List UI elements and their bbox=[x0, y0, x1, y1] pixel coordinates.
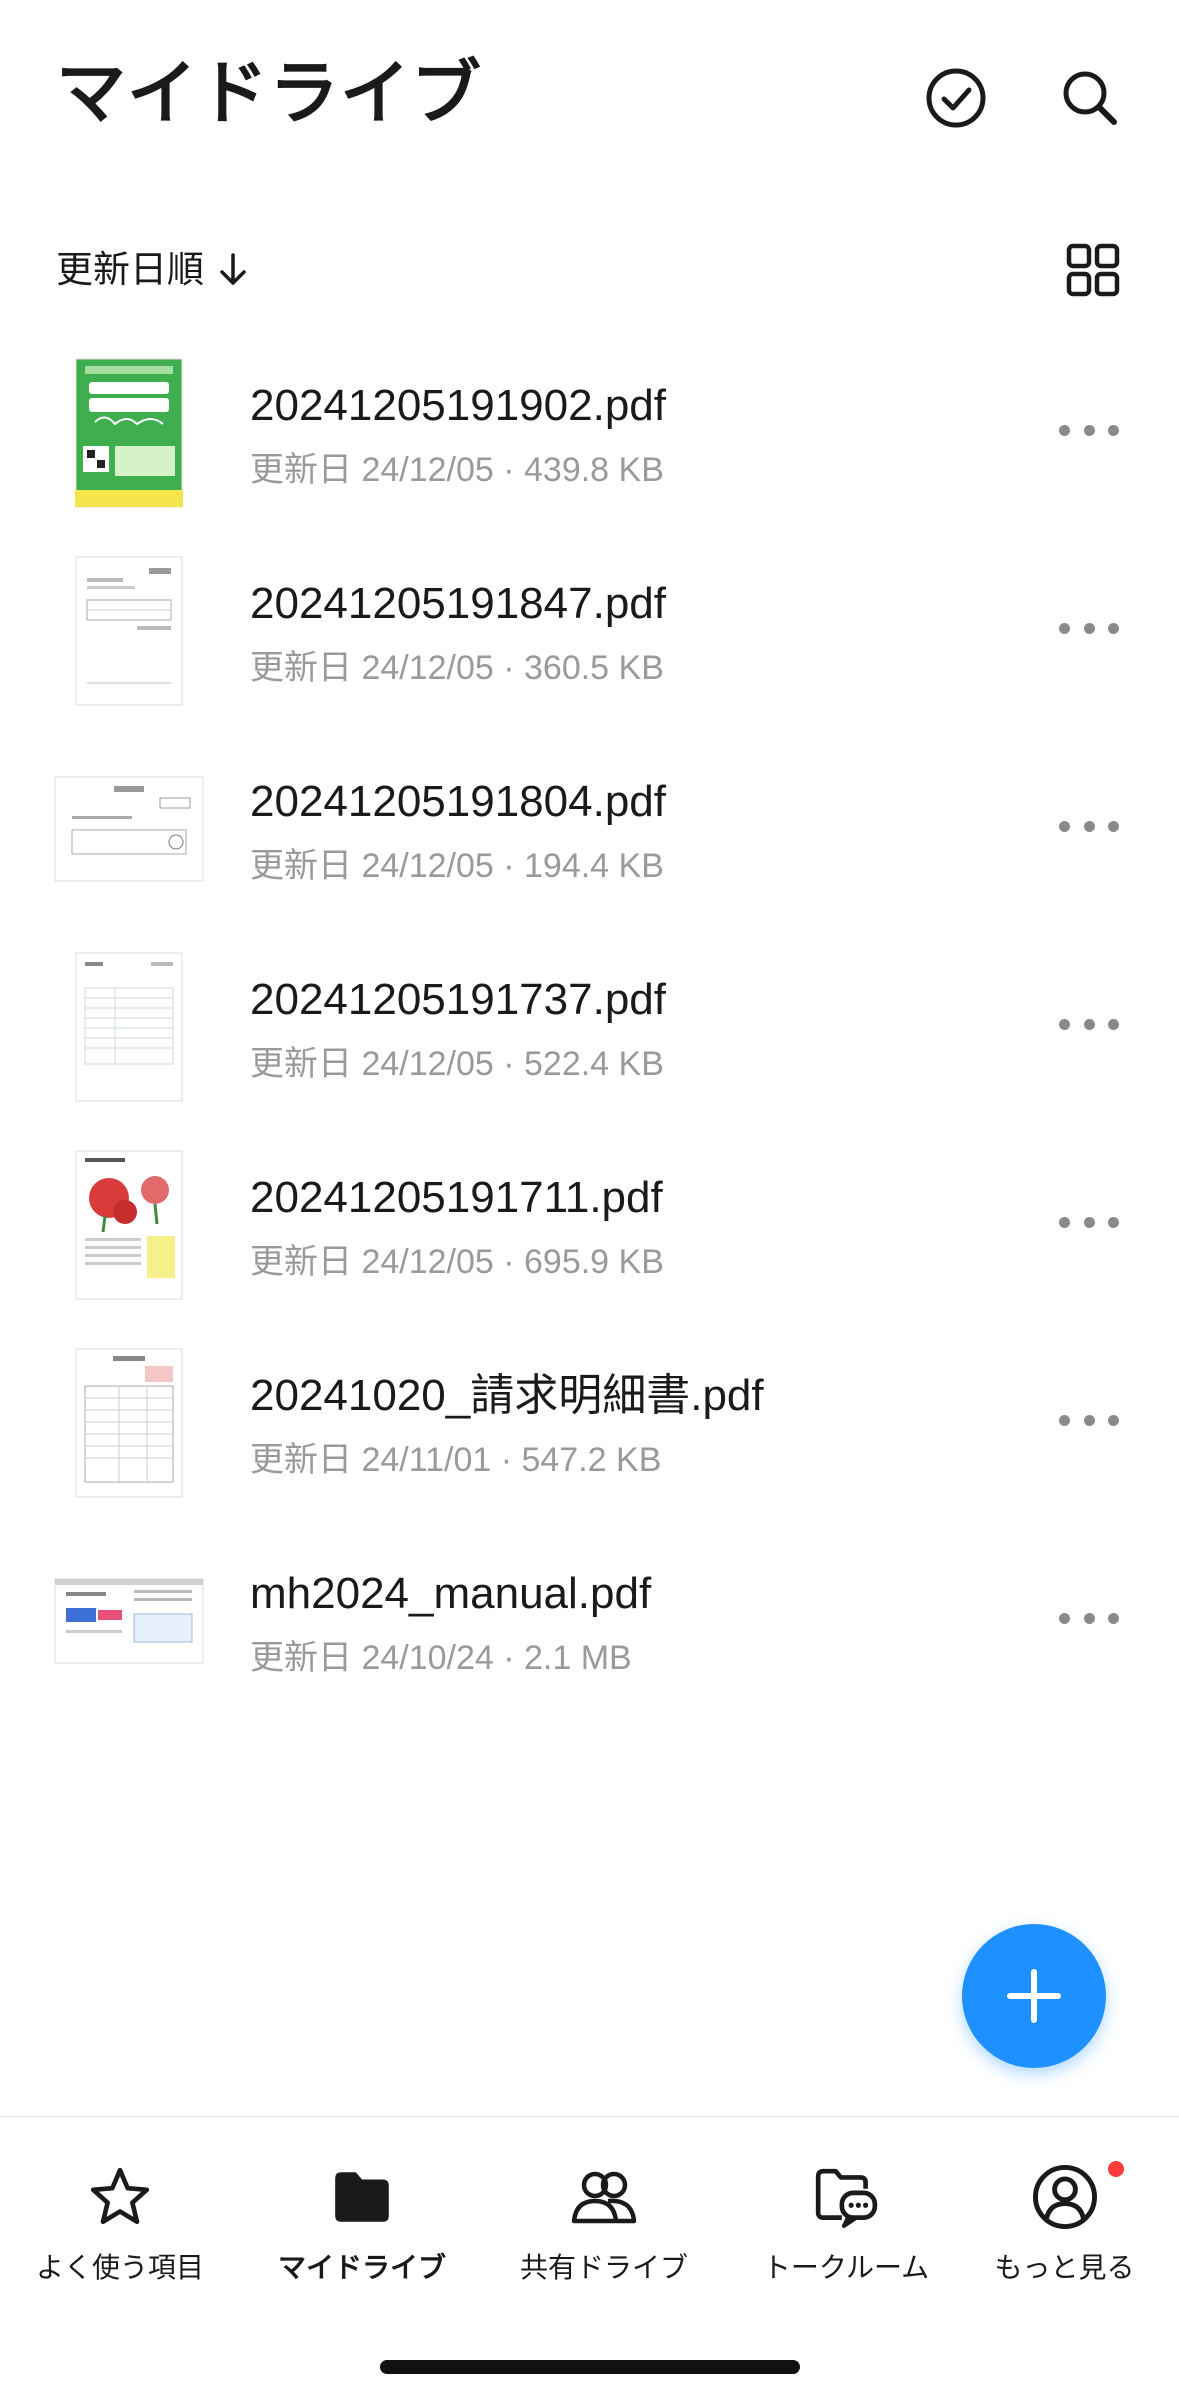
more-options-icon[interactable] bbox=[1059, 608, 1119, 648]
file-name: 20241205191902.pdf bbox=[250, 381, 666, 430]
file-name: 20241205191711.pdf bbox=[250, 1173, 663, 1222]
tab-shared-drive[interactable]: 共有ドライブ bbox=[484, 2157, 724, 2287]
more-options-icon[interactable] bbox=[1059, 1400, 1119, 1440]
file-row[interactable]: mh2024_manual.pdf 更新日 24/10/24 · 2.1 MB bbox=[0, 1528, 1179, 1726]
file-row[interactable]: 20241205191902.pdf 更新日 24/12/05 · 439.8 … bbox=[0, 340, 1179, 538]
tab-label: 共有ドライブ bbox=[519, 2252, 688, 2283]
more-options-icon[interactable] bbox=[1059, 1202, 1119, 1242]
file-meta: 更新日 24/12/05 · 439.8 KB bbox=[250, 451, 664, 489]
tab-talk-room[interactable]: トークルーム bbox=[726, 2157, 966, 2287]
file-row[interactable]: 20241020_請求明細書.pdf 更新日 24/11/01 · 547.2 … bbox=[0, 1330, 1179, 1528]
file-thumbnail bbox=[54, 556, 204, 706]
file-meta: 更新日 24/12/05 · 360.5 KB bbox=[250, 649, 664, 687]
more-options-icon[interactable] bbox=[1059, 1598, 1119, 1638]
tab-label: よく使う項目 bbox=[35, 2252, 204, 2283]
tab-label: トークルーム bbox=[762, 2252, 930, 2283]
more-options-icon[interactable] bbox=[1059, 806, 1119, 846]
account-icon bbox=[950, 2157, 1179, 2237]
chat-folder-icon bbox=[726, 2157, 966, 2237]
file-thumbnail bbox=[54, 358, 204, 508]
file-thumbnail bbox=[54, 1546, 204, 1696]
file-name: 20241205191847.pdf bbox=[250, 579, 666, 628]
file-meta: 更新日 24/12/05 · 194.4 KB bbox=[250, 847, 664, 885]
file-thumbnail bbox=[54, 1150, 204, 1300]
arrow-down-icon bbox=[220, 253, 246, 285]
bottom-tab-bar: よく使う項目 マイドライブ 共有ドライブ トークルーム もっと見る bbox=[0, 2116, 1179, 2398]
file-list: 20241205191902.pdf 更新日 24/12/05 · 439.8 … bbox=[0, 340, 1179, 1726]
tab-label: もっと見る bbox=[994, 2252, 1135, 2283]
file-name: mh2024_manual.pdf bbox=[250, 1569, 652, 1618]
notification-badge bbox=[1108, 2161, 1124, 2177]
sort-label: 更新日順 bbox=[56, 249, 204, 290]
file-meta: 更新日 24/12/05 · 522.4 KB bbox=[250, 1045, 664, 1083]
tab-my-drive[interactable]: マイドライブ bbox=[242, 2157, 482, 2287]
app-header: マイドライブ bbox=[0, 0, 1179, 200]
tab-more[interactable]: もっと見る bbox=[950, 2157, 1179, 2287]
sort-button[interactable]: 更新日順 bbox=[56, 244, 248, 296]
shared-users-icon bbox=[484, 2157, 724, 2237]
add-button[interactable] bbox=[962, 1924, 1106, 2068]
file-meta: 更新日 24/11/01 · 547.2 KB bbox=[250, 1441, 662, 1479]
more-options-icon[interactable] bbox=[1059, 1004, 1119, 1044]
sort-bar: 更新日順 bbox=[0, 230, 1179, 310]
page-title: マイドライブ bbox=[56, 54, 482, 132]
home-indicator bbox=[380, 2360, 800, 2374]
more-options-icon[interactable] bbox=[1059, 410, 1119, 450]
file-row[interactable]: 20241205191847.pdf 更新日 24/12/05 · 360.5 … bbox=[0, 538, 1179, 736]
folder-icon bbox=[242, 2157, 482, 2237]
grid-view-icon[interactable] bbox=[1065, 242, 1121, 298]
file-name: 20241205191804.pdf bbox=[250, 777, 666, 826]
file-thumbnail bbox=[54, 952, 204, 1102]
tab-favorites[interactable]: よく使う項目 bbox=[0, 2157, 240, 2287]
file-row[interactable]: 20241205191711.pdf 更新日 24/12/05 · 695.9 … bbox=[0, 1132, 1179, 1330]
file-meta: 更新日 24/12/05 · 695.9 KB bbox=[250, 1243, 664, 1281]
file-row[interactable]: 20241205191804.pdf 更新日 24/12/05 · 194.4 … bbox=[0, 736, 1179, 934]
star-icon bbox=[0, 2157, 240, 2237]
file-name: 20241020_請求明細書.pdf bbox=[250, 1371, 764, 1420]
plus-icon bbox=[1007, 1969, 1061, 2023]
search-icon[interactable] bbox=[1054, 62, 1126, 134]
tab-label: マイドライブ bbox=[277, 2252, 446, 2283]
check-circle-icon[interactable] bbox=[920, 62, 992, 134]
file-name: 20241205191737.pdf bbox=[250, 975, 666, 1024]
file-meta: 更新日 24/10/24 · 2.1 MB bbox=[250, 1639, 632, 1677]
file-thumbnail bbox=[54, 1348, 204, 1498]
file-thumbnail bbox=[54, 754, 204, 904]
file-row[interactable]: 20241205191737.pdf 更新日 24/12/05 · 522.4 … bbox=[0, 934, 1179, 1132]
